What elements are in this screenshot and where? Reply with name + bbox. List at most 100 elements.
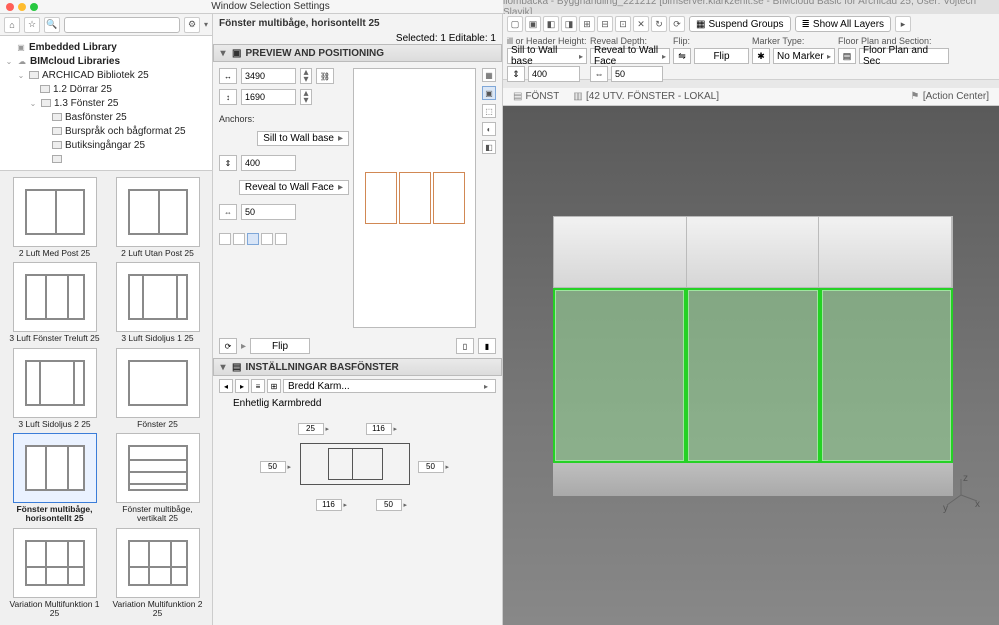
- tree-item-fonster[interactable]: ⌄1.3 Fönster 25: [0, 96, 212, 110]
- library-item[interactable]: Fönster multibåge, horisontellt 25: [6, 433, 103, 524]
- toolbar-icon[interactable]: ⊡: [615, 16, 631, 32]
- dim-input[interactable]: 116: [366, 423, 392, 435]
- dim-input[interactable]: 116: [316, 499, 342, 511]
- library-item[interactable]: 3 Luft Sidoljus 2 25: [6, 348, 103, 429]
- width-input[interactable]: [241, 68, 296, 84]
- reveal-depth-input[interactable]: [611, 66, 663, 82]
- param-row[interactable]: Enhetlig Karmbredd: [213, 396, 502, 411]
- library-browser: 2 Luft Med Post 252 Luft Utan Post 253 L…: [0, 171, 212, 625]
- dim-input[interactable]: 50: [418, 461, 444, 473]
- anchor-pos[interactable]: [247, 233, 259, 245]
- toolbar-icon[interactable]: ✕: [633, 16, 649, 32]
- view-icon[interactable]: ▮: [478, 338, 496, 354]
- toolbar-icon[interactable]: ▣: [525, 16, 541, 32]
- toolbar-icon[interactable]: ⊟: [597, 16, 613, 32]
- dim-input[interactable]: 25: [298, 423, 324, 435]
- section-preview-positioning[interactable]: ▾ ▣ Preview and Positioning: [213, 44, 502, 62]
- library-item[interactable]: Fönster 25: [109, 348, 206, 429]
- collapse-icon[interactable]: ⌄: [16, 70, 26, 80]
- preview-mode-icon[interactable]: ▦: [482, 68, 496, 82]
- selected-window-pane[interactable]: [553, 288, 686, 463]
- library-item[interactable]: 2 Luft Med Post 25: [6, 177, 103, 258]
- tree-item-butiks[interactable]: Butiksingångar 25: [0, 138, 212, 152]
- toolbar-icon[interactable]: ⟳: [669, 16, 685, 32]
- preview-mode-icon[interactable]: ◧: [482, 140, 496, 154]
- flip-button[interactable]: Flip: [694, 48, 749, 64]
- search-icon[interactable]: 🔍: [44, 17, 60, 33]
- action-center-tab[interactable]: ⚑[Action Center]: [906, 89, 993, 105]
- marker-type-dropdown[interactable]: No Marker▸: [773, 48, 835, 64]
- collapse-icon[interactable]: ⌄: [4, 56, 14, 66]
- suspend-groups-button[interactable]: ▦ Suspend Groups: [689, 16, 791, 32]
- dim-input[interactable]: 50: [376, 499, 402, 511]
- frame-width-diagram: 25▸ 116▸ 50▸ 50▸ 116▸ 50▸: [258, 421, 458, 521]
- library-item[interactable]: Variation Multifunktion 1 25: [6, 528, 103, 619]
- library-item[interactable]: Fönster multibåge, vertikalt 25: [109, 433, 206, 524]
- height-stepper[interactable]: ▴▾: [300, 89, 312, 105]
- preview-mode-icon[interactable]: ▣: [482, 86, 496, 100]
- object-name: Fönster multibåge, horisontellt 25: [219, 18, 380, 29]
- anchor-pos[interactable]: [219, 233, 231, 245]
- preview-mode-icon[interactable]: ⬚: [482, 104, 496, 118]
- sill-height-input[interactable]: [528, 66, 580, 82]
- view-tab[interactable]: ▤FÖNSTER]: [509, 89, 559, 105]
- sill-anchor-dropdown[interactable]: Sill to Wall base▸: [257, 131, 349, 146]
- library-item[interactable]: Variation Multifunktion 2 25: [109, 528, 206, 619]
- library-search-input[interactable]: [64, 17, 180, 33]
- view-icon[interactable]: ▯: [456, 338, 474, 354]
- toolbar-icon[interactable]: ▸: [895, 16, 911, 32]
- nav-list-icon[interactable]: ≡: [251, 379, 265, 393]
- selected-window-pane[interactable]: [820, 288, 953, 463]
- selected-window-pane[interactable]: [686, 288, 819, 463]
- close-icon[interactable]: [6, 3, 14, 11]
- library-settings-icon[interactable]: ⚙: [184, 17, 200, 33]
- library-item[interactable]: 3 Luft Fönster Treluft 25: [6, 262, 103, 343]
- chevron-down-icon[interactable]: ▾: [204, 20, 208, 29]
- tree-item-bimcloud[interactable]: ⌄☁BIMcloud Libraries: [0, 54, 212, 68]
- param-path-dropdown[interactable]: Bredd Karm...▸: [283, 379, 496, 393]
- anchor-pos[interactable]: [261, 233, 273, 245]
- toolbar-icon[interactable]: ↻: [651, 16, 667, 32]
- sill-anchor-input[interactable]: [241, 155, 296, 171]
- 3d-viewport[interactable]: zxy: [503, 106, 999, 625]
- view-tab[interactable]: ▥[42 UTV. FÖNSTER - LOKAL]: [569, 89, 723, 105]
- toolbar-icon[interactable]: ⊞: [579, 16, 595, 32]
- tree-item-dorrar[interactable]: 1.2 Dörrar 25: [0, 82, 212, 96]
- reveal-anchor-input[interactable]: [241, 204, 296, 220]
- axis-gizmo[interactable]: zxy: [941, 475, 981, 515]
- collapse-icon[interactable]: ⌄: [28, 98, 38, 108]
- floorplan-section-button[interactable]: Floor Plan and Sec: [859, 48, 949, 64]
- tree-item-basfonster[interactable]: Basfönster 25: [0, 110, 212, 124]
- flip-button[interactable]: Flip: [250, 338, 310, 354]
- folder-icon: [40, 85, 50, 93]
- orbit-icon[interactable]: ⟳: [219, 338, 237, 354]
- anchor-pos[interactable]: [233, 233, 245, 245]
- tree-item-more[interactable]: [0, 152, 212, 166]
- tree-item-embedded[interactable]: ▣Embedded Library: [0, 40, 212, 54]
- minimize-icon[interactable]: [18, 3, 26, 11]
- show-all-layers-button[interactable]: ≣ Show All Layers: [795, 16, 892, 32]
- nav-fwd-icon[interactable]: ▸: [235, 379, 249, 393]
- sill-mode-dropdown[interactable]: Sill to Wall base▸: [507, 48, 587, 64]
- reveal-mode-dropdown[interactable]: Reveal to Wall Face▸: [590, 48, 670, 64]
- width-stepper[interactable]: ▴▾: [300, 68, 312, 84]
- preview-mode-icon[interactable]: ◐: [482, 122, 496, 136]
- dim-input[interactable]: 50: [260, 461, 286, 473]
- library-mode-icon[interactable]: ⌂: [4, 17, 20, 33]
- section-installningar[interactable]: ▾ ▤ Inställningar Basfönster: [213, 358, 502, 376]
- tree-item-burspark[interactable]: Burspråk och bågformat 25: [0, 124, 212, 138]
- library-item[interactable]: 2 Luft Utan Post 25: [109, 177, 206, 258]
- reveal-anchor-dropdown[interactable]: Reveal to Wall Face▸: [239, 180, 349, 195]
- toolbar-icon[interactable]: ◧: [543, 16, 559, 32]
- height-input[interactable]: [241, 89, 296, 105]
- toolbar-icon[interactable]: ◨: [561, 16, 577, 32]
- link-icon[interactable]: ⛓: [316, 68, 334, 84]
- favorite-icon[interactable]: ☆: [24, 17, 40, 33]
- tree-item-archicad[interactable]: ⌄ARCHICAD Bibliotek 25: [0, 68, 212, 82]
- toolbar-icon[interactable]: ▢: [507, 16, 523, 32]
- nav-back-icon[interactable]: ◂: [219, 379, 233, 393]
- param-icon[interactable]: ⊞: [267, 379, 281, 393]
- zoom-icon[interactable]: [30, 3, 38, 11]
- anchor-pos[interactable]: [275, 233, 287, 245]
- library-item[interactable]: 3 Luft Sidoljus 1 25: [109, 262, 206, 343]
